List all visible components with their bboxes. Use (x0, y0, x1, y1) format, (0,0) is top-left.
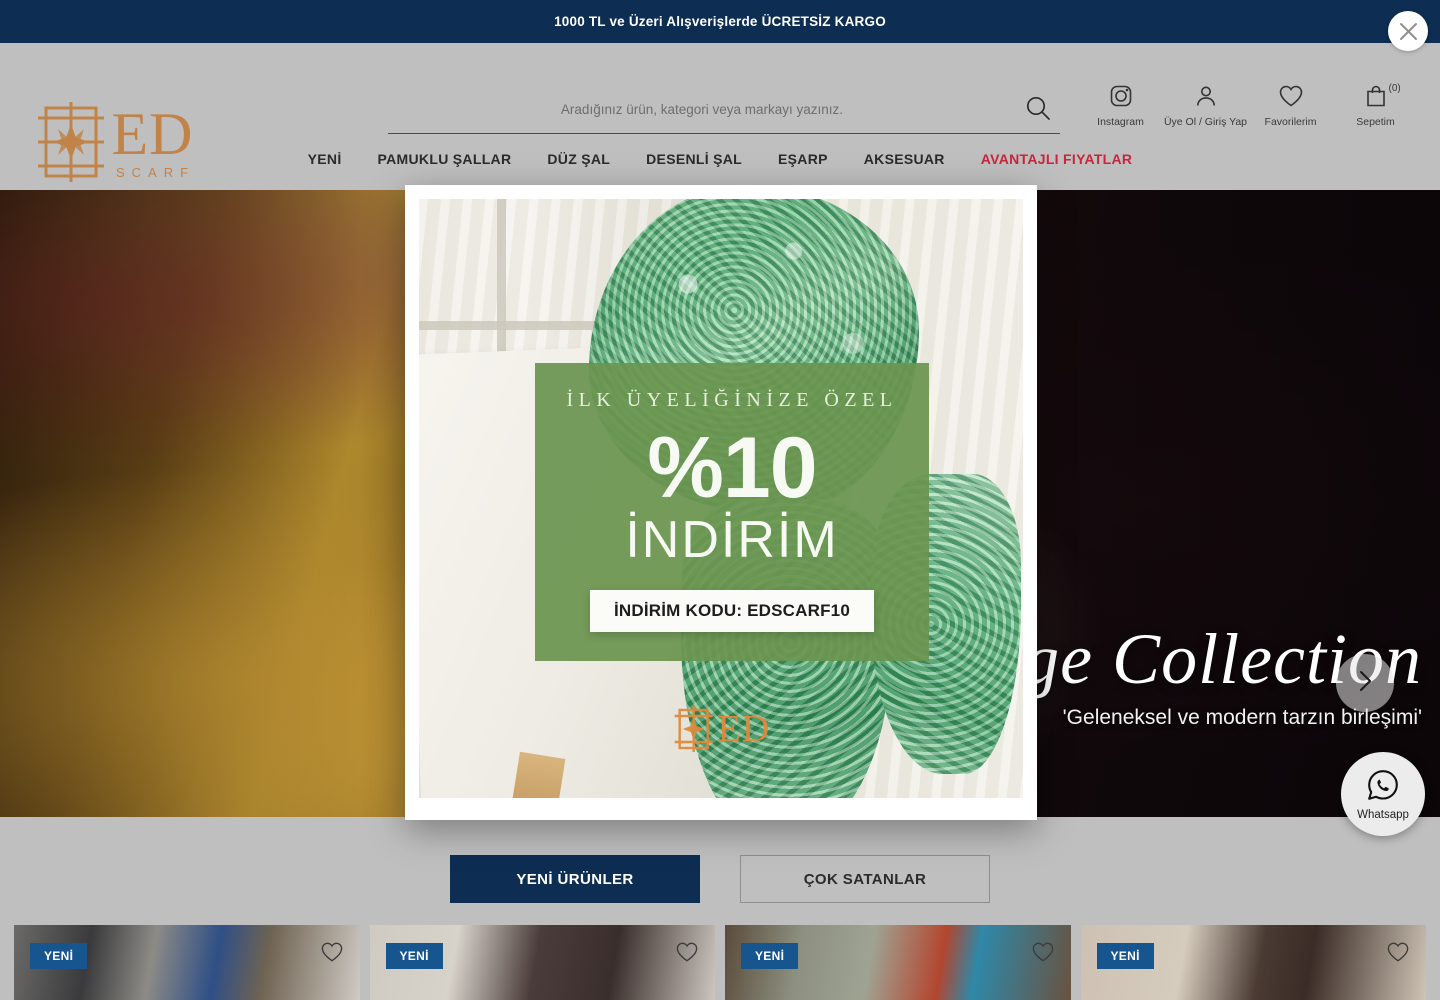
header-account-link[interactable]: Üye Ol / Giriş Yap (1163, 83, 1248, 128)
header-instagram-label: Instagram (1097, 116, 1144, 128)
whatsapp-label: Whatsapp (1357, 808, 1409, 821)
header-favorites-label: Favorilerim (1264, 116, 1317, 128)
product-card[interactable]: YENİ (14, 925, 360, 1000)
main-nav: YENİ PAMUKLU ŞALLAR DÜZ ŞAL DESENLİ ŞAL … (0, 151, 1440, 167)
search-button[interactable] (1016, 88, 1060, 132)
site-header: ED SCARF Instagram (0, 43, 1440, 190)
product-badge-new: YENİ (1096, 943, 1154, 969)
product-favorite-button[interactable] (1031, 941, 1055, 968)
bag-icon: (0) (1365, 83, 1401, 109)
product-favorite-button[interactable] (1386, 941, 1410, 968)
promo-modal-image: İLK ÜYELİĞİNİZE ÖZEL %10 İNDİRİM İNDİRİM… (419, 199, 1023, 798)
header-cart-link[interactable]: (0) Sepetim (1333, 83, 1418, 128)
announcement-close-button[interactable] (1388, 11, 1428, 51)
cart-count: (0) (1388, 83, 1401, 94)
whatsapp-button[interactable]: Whatsapp (1341, 752, 1425, 836)
promo-kicker: İLK ÜYELİĞİNİZE ÖZEL (566, 389, 898, 411)
header-cart-label: Sepetim (1356, 116, 1395, 128)
product-badge-new: YENİ (741, 943, 799, 969)
close-icon (1399, 22, 1418, 41)
heart-icon (320, 942, 344, 967)
heart-icon (1031, 942, 1055, 967)
tab-cok-satanlar[interactable]: ÇOK SATANLAR (740, 855, 990, 903)
site-logo[interactable]: ED SCARF (32, 98, 195, 186)
nav-item-esarp[interactable]: EŞARP (760, 151, 846, 167)
promo-modal-wordmark: ED (717, 708, 771, 750)
promo-panel: İLK ÜYELİĞİNİZE ÖZEL %10 İNDİRİM İNDİRİM… (535, 363, 929, 661)
header-icon-group: Instagram Üye Ol / Giriş Yap Favorilerim (1078, 83, 1418, 128)
nav-item-pamuklu-sallar[interactable]: PAMUKLU ŞALLAR (360, 151, 530, 167)
product-card[interactable]: YENİ (1080, 925, 1426, 1000)
product-favorite-button[interactable] (320, 941, 344, 968)
nav-item-avantajli-fiyatlar[interactable]: AVANTAJLI FIYATLAR (963, 151, 1151, 167)
product-badge-new: YENİ (385, 943, 443, 969)
promo-percent: %10 (647, 420, 817, 516)
heart-icon (675, 942, 699, 967)
product-favorite-button[interactable] (675, 941, 699, 968)
nav-item-yeni[interactable]: YENİ (290, 151, 360, 167)
hero-next-button[interactable] (1336, 654, 1394, 712)
product-card[interactable]: YENİ (725, 925, 1071, 1000)
search-bar[interactable] (388, 86, 1060, 134)
announcement-text: 1000 TL ve Üzeri Alışverişlerde ÜCRETSİZ… (554, 14, 886, 29)
promo-discount-label: İNDİRİM (625, 511, 839, 569)
easel-leg (510, 751, 566, 798)
header-instagram-link[interactable]: Instagram (1078, 83, 1163, 128)
header-account-label: Üye Ol / Giriş Yap (1163, 116, 1248, 128)
nav-item-duz-sal[interactable]: DÜZ ŞAL (529, 151, 628, 167)
search-icon (1025, 95, 1051, 124)
announcement-bar: 1000 TL ve Üzeri Alışverişlerde ÜCRETSİZ… (0, 0, 1440, 43)
product-tabs: YENİ ÜRÜNLER ÇOK SATANLAR (0, 855, 1440, 903)
chevron-right-icon (1355, 669, 1375, 698)
promo-modal-logo: ED (672, 704, 771, 754)
ornament-icon (32, 98, 110, 186)
product-grid: YENİ YENİ YENİ YENİ (14, 925, 1426, 1000)
tab-yeni-urunler[interactable]: YENİ ÜRÜNLER (450, 855, 700, 903)
whatsapp-icon (1366, 768, 1400, 807)
nav-item-aksesuar[interactable]: AKSESUAR (846, 151, 963, 167)
ornament-icon (672, 704, 716, 754)
promo-modal[interactable]: İLK ÜYELİĞİNİZE ÖZEL %10 İNDİRİM İNDİRİM… (405, 185, 1037, 820)
heart-icon (1386, 942, 1410, 967)
promo-code-chip[interactable]: İNDİRİM KODU: EDSCARF10 (589, 590, 874, 632)
product-badge-new: YENİ (30, 943, 88, 969)
heart-icon (1278, 83, 1304, 109)
product-card[interactable]: YENİ (369, 925, 715, 1000)
user-icon (1194, 83, 1218, 109)
nav-item-desenli-sal[interactable]: DESENLİ ŞAL (628, 151, 760, 167)
search-input[interactable] (388, 102, 1016, 117)
header-favorites-link[interactable]: Favorilerim (1248, 83, 1333, 128)
instagram-icon (1109, 83, 1133, 109)
